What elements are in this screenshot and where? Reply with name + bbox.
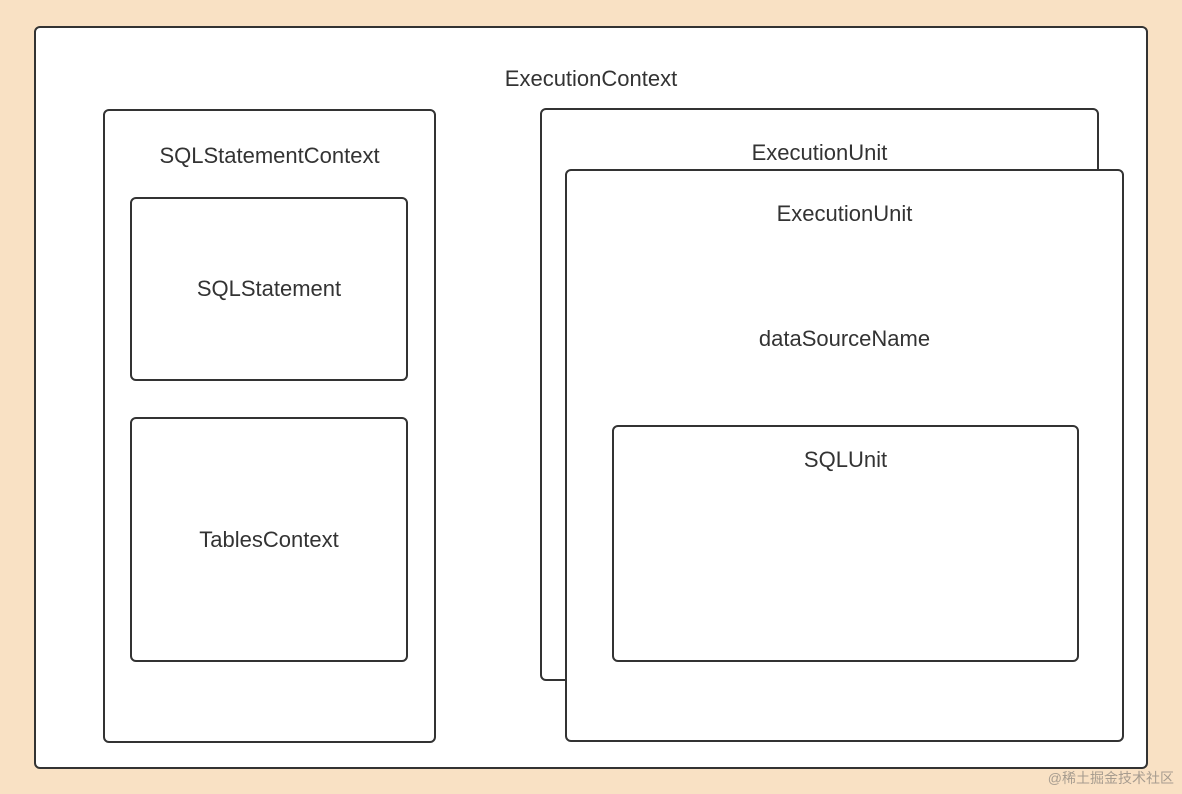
sql-unit-box: SQLUnit: [612, 425, 1079, 662]
sql-statement-label: SQLStatement: [197, 276, 341, 302]
data-source-name-label: dataSourceName: [567, 326, 1122, 352]
sql-unit-title: SQLUnit: [614, 447, 1077, 473]
tables-context-box: TablesContext: [130, 417, 408, 662]
watermark-text: @稀土掘金技术社区: [1048, 768, 1174, 788]
sql-statement-box: SQLStatement: [130, 197, 408, 381]
execution-context-title: ExecutionContext: [36, 66, 1146, 92]
tables-context-label: TablesContext: [199, 527, 338, 553]
sql-statement-context-title: SQLStatementContext: [105, 143, 434, 169]
execution-unit-back-title: ExecutionUnit: [542, 140, 1097, 166]
execution-unit-front-title: ExecutionUnit: [567, 201, 1122, 227]
